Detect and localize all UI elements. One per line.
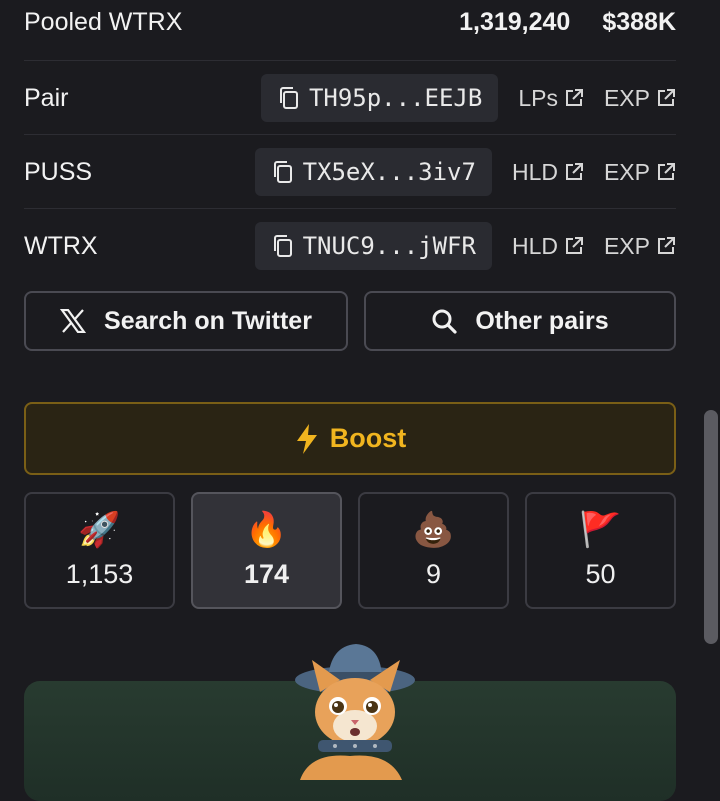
fire-vote-button[interactable]: 🔥 174: [191, 492, 342, 609]
pair-address-copy-button[interactable]: TH95p...EEJB: [260, 74, 499, 122]
rocket-count: 1,153: [65, 559, 134, 589]
search-twitter-button[interactable]: Search on Twitter: [24, 291, 348, 351]
external-link-icon: [658, 89, 675, 106]
link-label: EXP: [603, 84, 650, 111]
poop-icon: 💩: [412, 511, 455, 549]
lightning-icon: [296, 423, 317, 454]
divider: [24, 60, 676, 61]
pooled-amount: 1,319,240: [459, 7, 571, 36]
puss-row: PUSS TX5eX...3iv7 HLD EXP: [24, 148, 676, 196]
wtrx-address-copy-button[interactable]: TNUC9...jWFR: [254, 222, 492, 270]
pooled-label: Pooled WTRX: [24, 7, 183, 36]
puss-exp-link[interactable]: EXP: [604, 159, 676, 186]
flag-icon: 🚩: [579, 511, 622, 549]
wtrx-address: TNUC9...jWFR: [302, 232, 476, 260]
pooled-usd: $388K: [602, 7, 676, 36]
puss-address-copy-button[interactable]: TX5eX...3iv7: [254, 148, 492, 196]
copy-icon: [273, 161, 292, 183]
other-pairs-button[interactable]: Other pairs: [364, 291, 676, 351]
flag-vote-button[interactable]: 🚩 50: [525, 492, 676, 609]
link-label: HLD: [511, 158, 558, 185]
external-link-icon: [565, 237, 583, 254]
link-label: HLD: [511, 232, 558, 259]
copy-icon: [279, 87, 298, 109]
wtrx-exp-link[interactable]: EXP: [604, 233, 676, 260]
external-link-icon: [565, 163, 583, 180]
external-link-icon: [658, 163, 675, 180]
pair-address: TH95p...EEJB: [308, 84, 483, 112]
pair-lps-link[interactable]: LPs: [518, 85, 584, 112]
link-label: EXP: [603, 158, 650, 185]
puss-hld-link[interactable]: HLD: [512, 159, 584, 186]
external-link-icon: [658, 237, 675, 254]
wtrx-row: WTRX TNUC9...jWFR HLD EXP: [24, 222, 676, 270]
divider: [24, 208, 676, 209]
link-label: LPs: [518, 84, 558, 111]
pair-exp-link[interactable]: EXP: [604, 85, 676, 112]
fire-count: 174: [243, 559, 290, 589]
flag-count: 50: [585, 559, 616, 589]
rocket-vote-button[interactable]: 🚀 1,153: [24, 492, 175, 609]
boost-label: Boost: [329, 423, 407, 453]
external-link-icon: [565, 89, 583, 106]
puss-address: TX5eX...3iv7: [302, 158, 476, 186]
boost-button[interactable]: Boost: [24, 402, 676, 475]
pair-label: Pair: [24, 83, 69, 112]
poop-vote-button[interactable]: 💩 9: [358, 492, 509, 609]
scrollbar-thumb[interactable]: [704, 410, 718, 644]
cat-mascot-image: [295, 644, 415, 780]
wtrx-hld-link[interactable]: HLD: [512, 233, 584, 260]
wtrx-label: WTRX: [24, 231, 98, 260]
search-icon: [432, 309, 457, 334]
search-twitter-label: Search on Twitter: [104, 306, 312, 335]
other-pairs-label: Other pairs: [475, 306, 609, 335]
rocket-icon: 🚀: [78, 511, 121, 549]
pooled-row: Pooled WTRX 1,319,240 $388K: [24, 0, 676, 44]
poop-count: 9: [425, 559, 442, 589]
puss-label: PUSS: [24, 157, 93, 186]
copy-icon: [273, 235, 292, 257]
x-logo-icon: [60, 309, 87, 333]
divider: [24, 134, 676, 135]
fire-icon: 🔥: [245, 511, 288, 549]
pair-row: Pair TH95p...EEJB LPs EXP: [24, 74, 676, 122]
link-label: EXP: [603, 232, 650, 259]
